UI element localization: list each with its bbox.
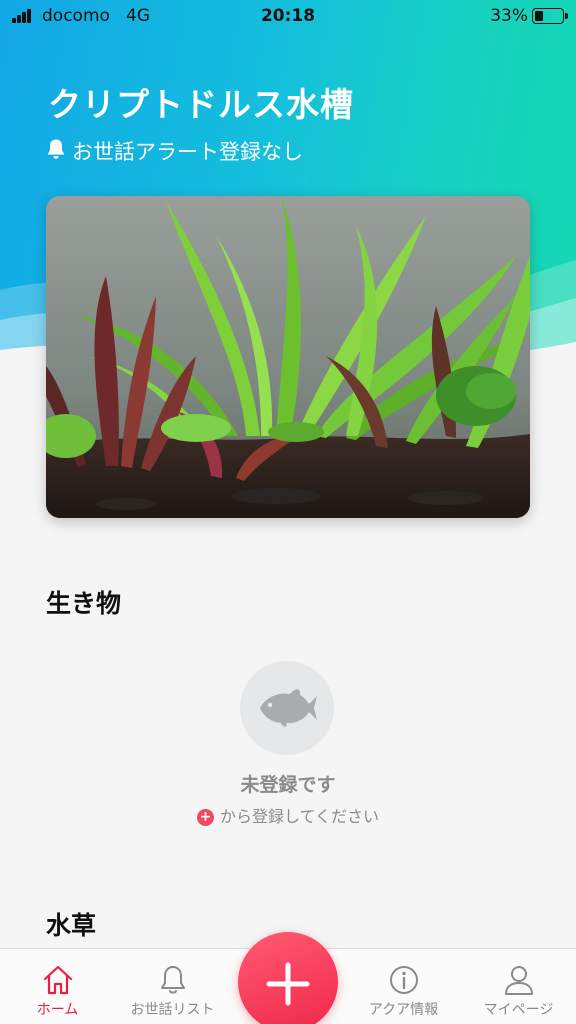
bell-icon — [160, 966, 185, 994]
tab-home[interactable]: ホーム — [0, 949, 115, 1024]
person-icon — [504, 966, 533, 995]
plants-section-title: 水草 — [46, 911, 97, 940]
plus-icon: + — [196, 809, 214, 826]
tank-photo[interactable] — [46, 196, 530, 518]
care-alert-label: お世話アラート登録なし — [72, 140, 303, 164]
aquarium-image — [46, 196, 530, 518]
add-button[interactable] — [238, 932, 338, 1024]
info-icon — [389, 966, 418, 994]
tab-aqua-info-label: アクア情報 — [368, 1002, 439, 1018]
home-icon — [43, 965, 72, 995]
empty-state-circle — [240, 661, 334, 755]
empty-state-hint-text: から登録してください — [219, 807, 380, 826]
tab-aqua-info[interactable]: アクア情報 — [346, 949, 461, 1024]
tab-care-list-label: お世話リスト — [130, 1002, 215, 1018]
plus-icon — [266, 962, 310, 1006]
tab-my-page[interactable]: マイページ — [461, 949, 576, 1024]
battery-level — [535, 11, 543, 21]
bell-icon — [48, 139, 64, 159]
status-bar: docomo 4G 20:18 33% — [0, 0, 576, 34]
battery-icon — [532, 8, 568, 24]
tab-care-list[interactable]: お世話リスト — [115, 949, 230, 1024]
tank-title[interactable]: クリプトドルス水槽 — [48, 78, 354, 126]
tab-my-page-label: マイページ — [483, 1002, 554, 1018]
empty-state-hint: + から登録してください — [0, 803, 576, 827]
battery-percent: 33% — [490, 6, 528, 26]
empty-state-title: 未登録です — [240, 774, 336, 796]
creatures-section-title: 生き物 — [46, 589, 122, 618]
tab-home-label: ホーム — [36, 1002, 79, 1018]
fish-icon — [260, 689, 317, 727]
